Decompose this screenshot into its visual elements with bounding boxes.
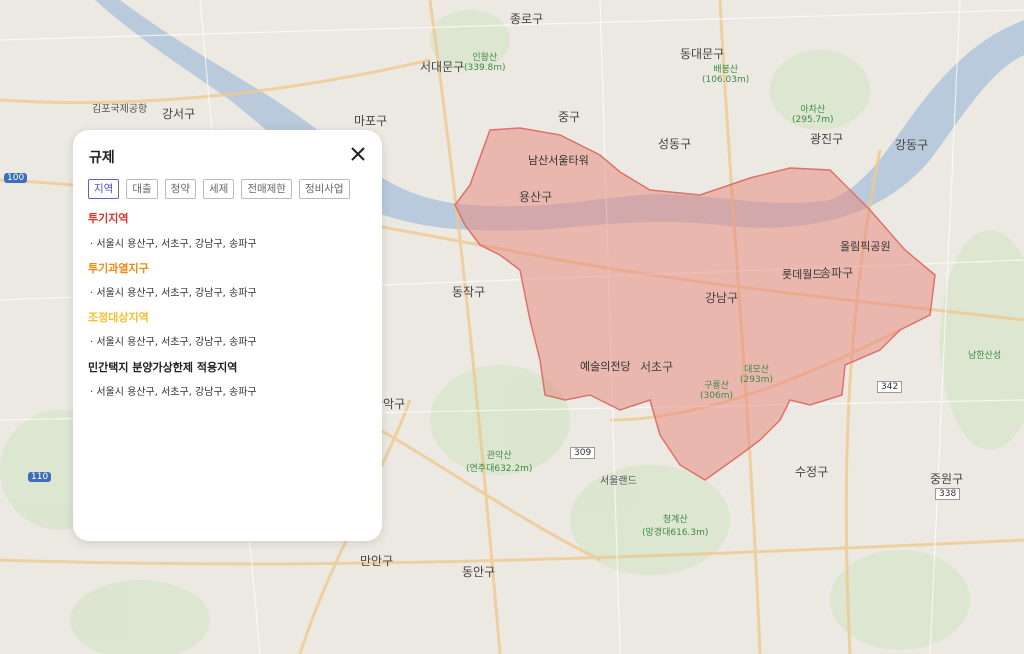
map-label-jungwon: 중원구 (930, 472, 964, 486)
map-label-dongdaemun: 동대문구 (680, 47, 725, 61)
map-label-lotte: 롯데월드 (782, 268, 823, 281)
map-label-mapo: 마포구 (354, 114, 388, 128)
map-label-gangseo: 강서구 (162, 107, 196, 121)
map-label-songpa: 송파구 (820, 266, 854, 280)
map-label-seocho: 서초구 (640, 360, 674, 374)
map-label-gangdong: 강동구 (895, 138, 929, 152)
tab-region[interactable]: 지역 (88, 179, 120, 199)
section-item-price-cap: · 서울시 용산구, 서초구, 강남구, 송파구 (90, 387, 257, 398)
regulation-tabs: 지역 대출 청약 세제 전매제한 정비사업 (88, 179, 350, 199)
route-shield-342: 342 (877, 381, 903, 393)
map-label-jongno: 종로구 (510, 12, 544, 26)
map-label-seodaemun: 서대문구 (420, 60, 465, 74)
map-label-cheonggyesan: 청계산 (망경대616.3m) (642, 515, 709, 538)
section-title-overheated-district: 투기과열지구 (88, 262, 149, 275)
map-label-gimpo: 김포국제공항 (92, 104, 148, 115)
panel-title: 규제 (89, 150, 115, 166)
route-shield-110: 110 (28, 472, 52, 482)
route-shield-100: 100 (4, 173, 28, 183)
map-label-dongan: 동안구 (462, 565, 496, 579)
map-label-daemosan: 대모산 (293m) (740, 365, 773, 385)
tab-subscription[interactable]: 청약 (164, 179, 196, 199)
map-label-sujeong: 수정구 (795, 465, 829, 479)
map-label-gangnam: 강남구 (705, 291, 739, 305)
map-label-gwanaksan: 관악산 (연주대632.2m) (466, 451, 533, 474)
section-item-overheated-district: · 서울시 용산구, 서초구, 강남구, 송파구 (90, 288, 257, 299)
map-label-manan: 만안구 (360, 554, 394, 568)
route-shield-338: 338 (935, 488, 961, 500)
section-title-adjustment-area: 조정대상지역 (88, 311, 149, 324)
map-label-olympic: 올림픽공원 (840, 240, 891, 253)
section-item-adjustment-area: · 서울시 용산구, 서초구, 강남구, 송파구 (90, 337, 257, 348)
map-label-namsan: 남산서울타워 (528, 154, 589, 167)
map-label-baebongsan: 배봉산 (106.03m) (702, 65, 750, 85)
section-title-price-cap: 민간택지 분양가상한제 적용지역 (88, 361, 238, 374)
map-label-seoulland: 서울랜드 (600, 476, 637, 487)
close-icon[interactable] (348, 144, 368, 164)
map-label-yongsan: 용산구 (519, 190, 553, 204)
map-label-guryongsan: 구룡산 (306m) (700, 381, 733, 401)
regulation-panel: 규제 지역 대출 청약 세제 전매제한 정비사업 투기지역 · 서울시 용산구,… (73, 130, 382, 541)
map-label-achasan: 아차산 (295.7m) (792, 105, 834, 125)
map-label-namhansan: 남한산성 (968, 351, 1002, 361)
map-label-jung: 중구 (558, 110, 581, 124)
section-title-speculation-zone: 투기지역 (88, 212, 129, 225)
tab-loan[interactable]: 대출 (126, 179, 158, 199)
tab-resale-restriction[interactable]: 전매제한 (241, 179, 292, 199)
map-label-seongdong: 성동구 (658, 137, 692, 151)
section-item-speculation-zone: · 서울시 용산구, 서초구, 강남구, 송파구 (90, 239, 257, 250)
map-label-gwangjin: 광진구 (810, 132, 844, 146)
map-label-arts: 예술의전당 (580, 360, 631, 373)
map-label-inwangsan: 인왕산 (339.8m) (464, 53, 506, 73)
route-shield-309: 309 (570, 447, 596, 459)
tab-redevelopment[interactable]: 정비사업 (298, 179, 350, 199)
map-label-dongjak: 동작구 (452, 285, 486, 299)
tab-tax[interactable]: 세제 (202, 179, 235, 199)
